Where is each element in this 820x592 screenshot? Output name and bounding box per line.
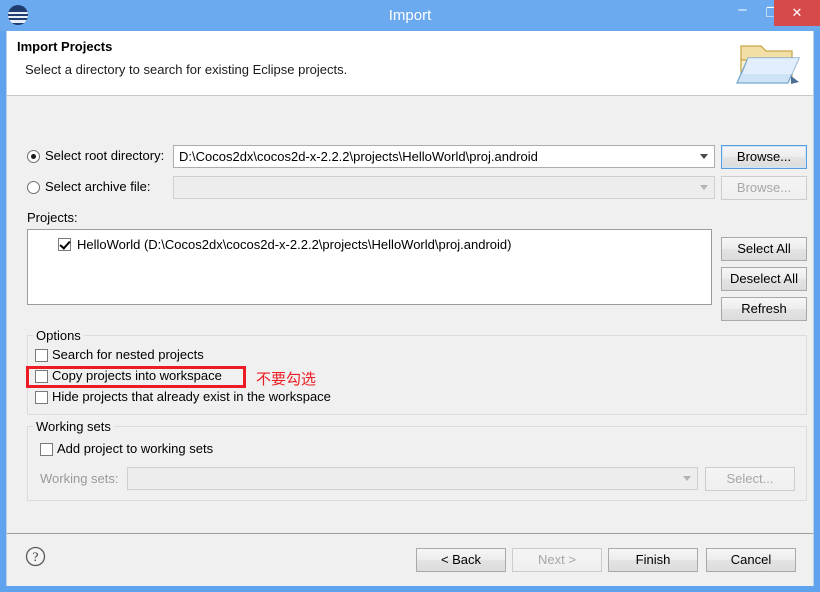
radio-select-root-directory[interactable] (27, 150, 40, 163)
label-add-project-to-working-sets: Add project to working sets (57, 441, 214, 456)
checkbox-add-project-to-working-sets[interactable] (40, 443, 53, 456)
minimize-icon: – (738, 1, 747, 18)
close-icon: ✕ (791, 5, 803, 20)
checkbox-hide-existing-projects[interactable] (35, 391, 48, 404)
dialog-content: Select root directory: D:\Cocos2dx\cocos… (7, 96, 813, 533)
annotation-text: 不要勾选 (256, 370, 317, 388)
svg-text:?: ? (33, 549, 39, 564)
dialog-button-bar: ? < Back Next > Finish Cancel (7, 533, 813, 587)
next-button: Next > (512, 548, 602, 572)
archive-file-combo (173, 176, 715, 199)
chevron-down-icon (700, 154, 708, 159)
label-hide-existing-projects: Hide projects that already exist in the … (52, 389, 331, 404)
list-item[interactable]: HelloWorld (D:\Cocos2dx\cocos2d-x-2.2.2\… (28, 236, 711, 254)
dialog-body: Import Projects Select a directory to se… (6, 31, 814, 587)
browse-archive-file-button: Browse... (721, 176, 807, 200)
chevron-down-icon (683, 476, 691, 481)
select-all-button[interactable]: Select All (721, 237, 807, 261)
root-directory-combo[interactable]: D:\Cocos2dx\cocos2d-x-2.2.2\projects\Hel… (173, 145, 715, 168)
label-working-sets: Working sets: (40, 471, 119, 486)
import-dialog-window: Import – ❐ ✕ Import Projects Select a di… (0, 0, 820, 592)
cancel-button[interactable]: Cancel (706, 548, 796, 572)
label-copy-projects-into-workspace: Copy projects into workspace (52, 368, 222, 383)
radio-select-archive-file[interactable] (27, 181, 40, 194)
checkbox-copy-projects-into-workspace[interactable] (35, 370, 48, 383)
refresh-button[interactable]: Refresh (721, 297, 807, 321)
checkbox-search-nested-projects[interactable] (35, 349, 48, 362)
finish-button[interactable]: Finish (608, 548, 698, 572)
label-select-archive-file: Select archive file: (45, 179, 151, 194)
dialog-header: Import Projects Select a directory to se… (7, 31, 813, 96)
page-title: Import Projects (17, 39, 113, 54)
label-select-root-directory: Select root directory: (45, 148, 165, 163)
window-bottom-border (0, 586, 820, 592)
project-checkbox[interactable] (58, 238, 71, 251)
deselect-all-button[interactable]: Deselect All (721, 267, 807, 291)
root-directory-value: D:\Cocos2dx\cocos2d-x-2.2.2\projects\Hel… (179, 149, 538, 164)
open-folder-icon (736, 45, 800, 84)
help-question-icon[interactable]: ? (25, 546, 46, 567)
label-projects: Projects: (27, 210, 78, 225)
browse-root-directory-button[interactable]: Browse... (721, 145, 807, 169)
back-button[interactable]: < Back (416, 548, 506, 572)
working-sets-select-button: Select... (705, 467, 795, 491)
working-sets-combo (127, 467, 698, 490)
minimize-button[interactable]: – (728, 0, 757, 26)
working-sets-group-title: Working sets (33, 419, 114, 434)
title-bar: Import – ❐ ✕ (0, 0, 820, 31)
chevron-down-icon (700, 185, 708, 190)
project-label: HelloWorld (D:\Cocos2dx\cocos2d-x-2.2.2\… (77, 237, 512, 252)
options-group-title: Options (33, 328, 84, 343)
close-button[interactable]: ✕ (774, 0, 820, 26)
page-subtitle: Select a directory to search for existin… (25, 62, 348, 77)
window-title: Import (388, 7, 432, 24)
label-search-nested-projects: Search for nested projects (52, 347, 204, 362)
projects-list-box[interactable]: HelloWorld (D:\Cocos2dx\cocos2d-x-2.2.2\… (27, 229, 712, 305)
